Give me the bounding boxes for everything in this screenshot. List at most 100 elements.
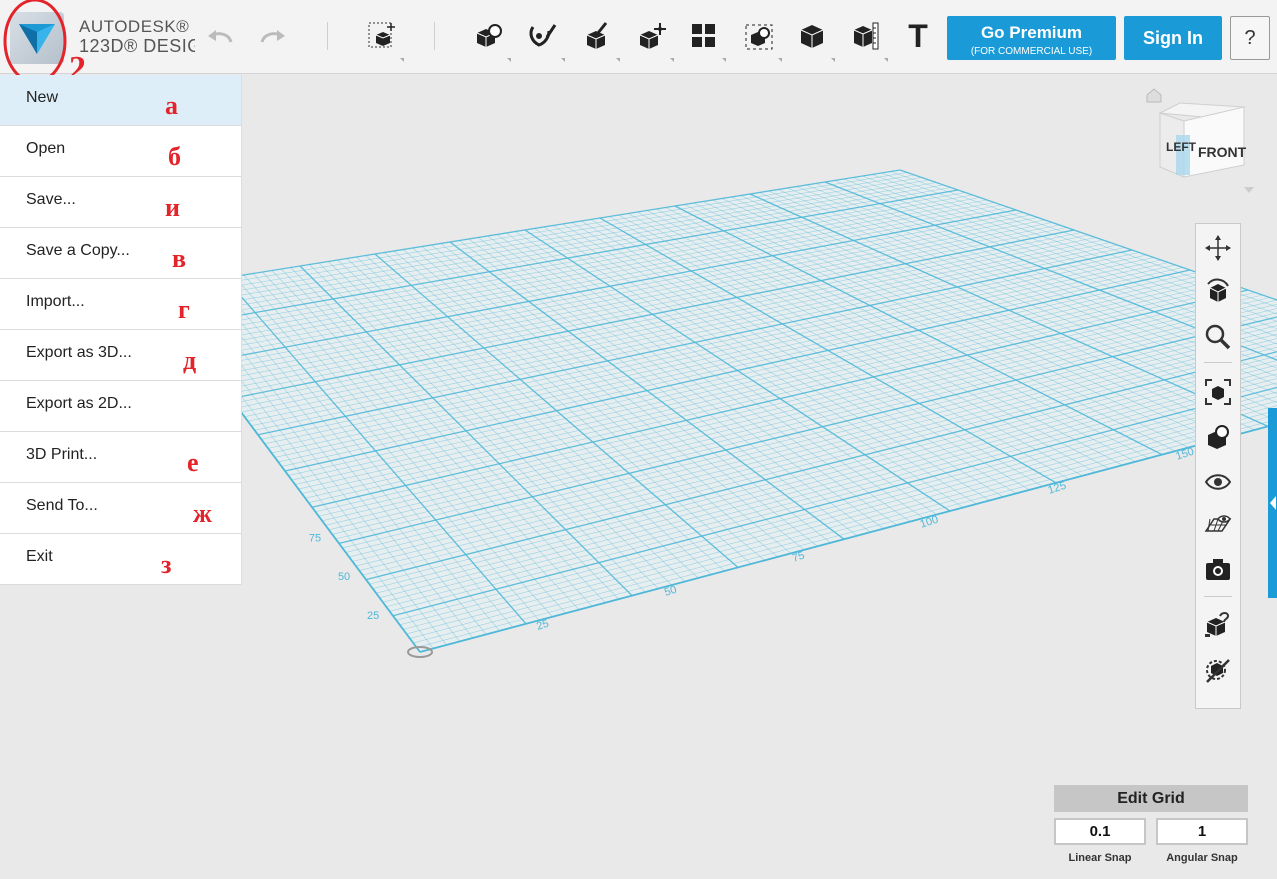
pan-icon — [1205, 235, 1231, 261]
file-menu: New а Open б Save... и Save a Copy... в Import..… — [0, 75, 242, 585]
redo-button[interactable] — [253, 16, 293, 56]
snap-icon — [1206, 659, 1230, 683]
measure-icon — [800, 25, 824, 48]
grid-tick-label: 75 — [309, 532, 321, 544]
fit-button[interactable] — [1200, 374, 1236, 410]
file-menu-item-label: Open — [26, 140, 66, 157]
main-toolbar: AUTODESK® 123D® DESIGN — [0, 0, 1277, 74]
primitives-button[interactable] — [362, 16, 404, 62]
file-menu-item[interactable]: 3D Print... е — [0, 432, 241, 483]
measure-button[interactable] — [793, 16, 835, 62]
text-tool-button[interactable]: T — [898, 16, 938, 56]
undo-icon — [208, 30, 233, 43]
annotation-letter: з — [161, 550, 172, 579]
views-button[interactable] — [1200, 419, 1236, 455]
material-button[interactable] — [1200, 606, 1236, 642]
grid-view-button[interactable] — [1200, 507, 1236, 543]
annotation-letter: а — [165, 91, 178, 120]
cube-front-label: FRONT — [1198, 144, 1247, 160]
combine-button[interactable] — [740, 16, 782, 62]
angular-snap-value[interactable]: 1 — [1156, 818, 1248, 845]
file-menu-item[interactable]: Open б — [0, 126, 241, 177]
cube-left-label: LEFT — [1166, 140, 1197, 154]
grid-tick-label: 25 — [535, 618, 550, 633]
premium-sub-label: (FOR COMMERCIAL USE) — [970, 46, 1093, 57]
toolbar-separator — [434, 22, 435, 50]
grid-tick-label: 25 — [367, 610, 379, 622]
grouping-icon — [692, 24, 715, 47]
material-icon — [1205, 612, 1230, 637]
linear-snap-value[interactable]: 0.1 — [1054, 818, 1146, 845]
combine-icon — [745, 24, 773, 50]
annotation-letter: в — [172, 244, 187, 273]
modify-button[interactable] — [578, 16, 620, 62]
views-icon — [1208, 425, 1229, 449]
file-menu-item[interactable]: Import... г — [0, 279, 241, 330]
file-menu-item-label: 3D Print... — [26, 446, 98, 463]
file-menu-item[interactable]: Exit з — [0, 534, 241, 585]
file-menu-item-label: Save... — [26, 191, 76, 208]
pattern-button[interactable] — [632, 16, 674, 62]
modify-icon — [586, 22, 608, 49]
file-menu-item[interactable]: New а — [0, 75, 241, 126]
visibility-icon — [1204, 474, 1232, 490]
sketch-button[interactable] — [469, 16, 511, 62]
angular-snap-label: Angular Snap — [1166, 852, 1238, 864]
zoom-button[interactable] — [1200, 319, 1236, 355]
screenshot-icon — [1206, 559, 1230, 580]
visibility-button[interactable] — [1200, 464, 1236, 500]
construct-icon — [529, 24, 557, 47]
file-menu-item[interactable]: Save a Copy... в — [0, 228, 241, 279]
navbar-separator — [1204, 596, 1232, 597]
view-cube[interactable]: LEFT FRONT — [1140, 85, 1260, 195]
sign-in-button[interactable]: Sign In — [1124, 16, 1222, 60]
sketch-icon — [476, 24, 502, 47]
pan-button[interactable] — [1200, 230, 1236, 266]
home-view-icon[interactable] — [1146, 88, 1162, 103]
snap-button[interactable] — [1200, 652, 1236, 688]
annotation-letter: и — [165, 193, 180, 222]
annotation-letter: д — [183, 346, 197, 375]
screenshot-button[interactable] — [1200, 551, 1236, 587]
redo-icon — [260, 30, 285, 43]
go-premium-button[interactable]: Go Premium (FOR COMMERCIAL USE) — [947, 16, 1116, 60]
ruler-icon — [853, 22, 879, 50]
toolbar-separator — [327, 22, 328, 50]
construct-button[interactable] — [523, 16, 565, 62]
text-icon: T — [908, 17, 928, 54]
file-menu-item[interactable]: Export as 2D... — [0, 381, 241, 432]
file-menu-item-label: Save a Copy... — [26, 242, 130, 259]
grid-view-icon — [1204, 515, 1232, 532]
file-menu-item-label: Send To... — [26, 497, 98, 514]
edit-grid-button[interactable]: Edit Grid — [1054, 785, 1248, 812]
file-menu-item-label: Export as 3D... — [26, 344, 132, 361]
side-panel-toggle[interactable] — [1268, 408, 1277, 598]
annotation-letter: ж — [193, 499, 212, 528]
file-menu-item-label: Export as 2D... — [26, 395, 132, 412]
file-menu-item[interactable]: Export as 3D... д — [0, 330, 241, 381]
file-menu-item[interactable]: Send To... ж — [0, 483, 241, 534]
annotation-letter: е — [187, 448, 199, 477]
cube-menu-icon[interactable] — [1244, 187, 1254, 193]
grid-tick-label: 50 — [338, 571, 350, 583]
file-menu-item-label: New — [26, 89, 59, 106]
ruler-button[interactable] — [846, 16, 888, 62]
premium-label: Go Premium — [980, 23, 1083, 42]
grouping-button[interactable] — [684, 16, 726, 62]
annotation-letter: б — [168, 142, 181, 171]
primitives-icon — [368, 22, 395, 48]
file-menu-item[interactable]: Save... и — [0, 177, 241, 228]
annotation-letter: г — [178, 295, 190, 324]
pattern-icon — [639, 23, 666, 49]
linear-snap-label: Linear Snap — [1068, 852, 1132, 864]
undo-button[interactable] — [200, 16, 240, 56]
edit-grid-panel: Edit Grid 0.1 1 Linear Snap Angular Snap — [1054, 785, 1249, 870]
orbit-button[interactable] — [1200, 274, 1236, 310]
fit-icon — [1205, 379, 1231, 405]
file-menu-item-label: Import... — [26, 293, 85, 310]
navbar-separator — [1204, 362, 1232, 363]
grid-tick-label: 75 — [791, 550, 806, 565]
help-button[interactable]: ? — [1230, 16, 1270, 60]
grid-tick-label: 50 — [663, 584, 678, 599]
zoom-icon — [1205, 324, 1231, 350]
